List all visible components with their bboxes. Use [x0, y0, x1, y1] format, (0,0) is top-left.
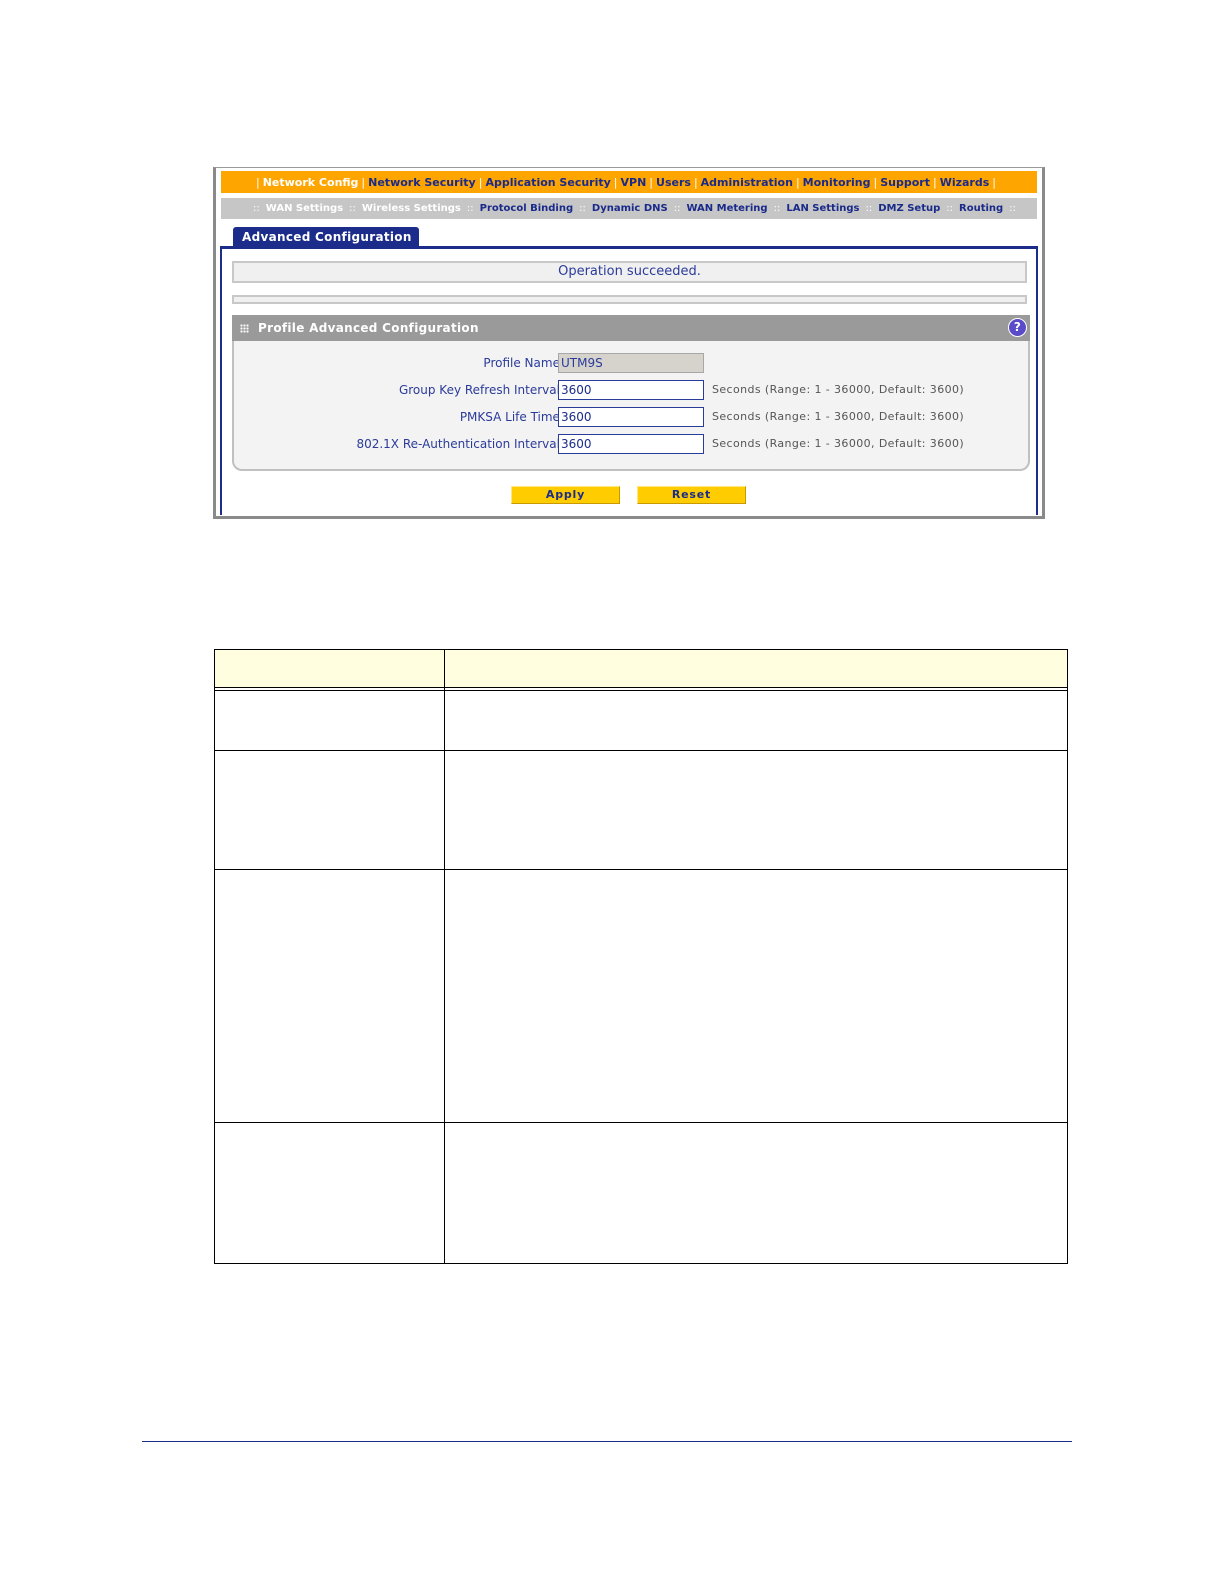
- nav-separator: ::: [579, 203, 586, 214]
- row-group-key-refresh: Group Key Refresh Interval: 3600 Seconds…: [232, 380, 1030, 400]
- pmksa-life-time-input[interactable]: 3600: [558, 407, 704, 427]
- nav-separator: |: [361, 175, 366, 189]
- nav-separator: ::: [773, 203, 781, 214]
- nav-separator: ::: [349, 203, 356, 214]
- profile-name-label: Profile Name:: [483, 356, 564, 370]
- primary-nav-item-wizards[interactable]: Wizards: [940, 176, 990, 189]
- table-row-divider: [215, 869, 1067, 870]
- row-reauth-interval: 802.1X Re-Authentication Interval: 3600 …: [232, 434, 1030, 454]
- secondary-nav-item-wan-metering[interactable]: WAN Metering: [686, 203, 767, 214]
- nav-separator: |: [649, 175, 654, 189]
- apply-button[interactable]: Apply: [511, 486, 620, 504]
- primary-nav-item-network-security[interactable]: Network Security: [368, 176, 476, 189]
- primary-nav-item-network-config[interactable]: Network Config: [263, 176, 359, 189]
- pmksa-life-time-label: PMKSA Life Time:: [459, 410, 564, 424]
- group-key-refresh-hint: Seconds (Range: 1 - 36000, Default: 3600…: [712, 383, 965, 396]
- nav-separator: |: [613, 175, 618, 189]
- nav-separator: |: [932, 175, 937, 189]
- group-key-refresh-label: Group Key Refresh Interval:: [398, 383, 564, 397]
- secondary-nav-item-dynamic-dns[interactable]: Dynamic DNS: [592, 203, 668, 214]
- section-header: Profile Advanced Configuration ?: [232, 315, 1030, 341]
- group-key-refresh-input[interactable]: 3600: [558, 380, 704, 400]
- nav-separator: ::: [865, 203, 873, 214]
- secondary-nav-item-dmz-setup[interactable]: DMZ Setup: [878, 203, 940, 214]
- tab-advanced-configuration[interactable]: Advanced Configuration: [233, 227, 419, 247]
- pmksa-life-time-hint: Seconds (Range: 1 - 36000, Default: 3600…: [712, 410, 965, 423]
- table-header-rule: [215, 690, 1067, 691]
- primary-nav-item-monitoring[interactable]: Monitoring: [803, 176, 871, 189]
- reauth-interval-hint: Seconds (Range: 1 - 36000, Default: 3600…: [712, 437, 965, 450]
- primary-nav-item-support[interactable]: Support: [880, 176, 930, 189]
- primary-nav: | Network Config | Network Security | Applica…: [221, 171, 1037, 193]
- section-title: Profile Advanced Configuration: [258, 321, 479, 335]
- help-icon[interactable]: ?: [1008, 318, 1027, 337]
- nav-separator: ::: [1009, 203, 1016, 214]
- status-message: Operation succeeded.: [232, 261, 1027, 283]
- nav-separator: |: [992, 175, 996, 189]
- primary-nav-item-administration[interactable]: Administration: [701, 176, 793, 189]
- nav-separator: |: [478, 175, 483, 189]
- secondary-nav-item-wan-settings[interactable]: WAN Settings: [266, 203, 343, 214]
- reset-button[interactable]: Reset: [637, 486, 746, 504]
- nav-separator: |: [873, 175, 878, 189]
- table-row-divider: [215, 750, 1067, 751]
- nav-separator: |: [256, 175, 260, 189]
- nav-separator: |: [795, 175, 800, 189]
- reauth-interval-label: 802.1X Re-Authentication Interval:: [356, 437, 564, 451]
- description-table: [214, 649, 1068, 1264]
- nav-separator: ::: [253, 203, 260, 214]
- profile-name-field: UTM9S: [558, 353, 704, 373]
- primary-nav-item-application-security[interactable]: Application Security: [485, 176, 610, 189]
- nav-separator: ::: [946, 203, 954, 214]
- nav-separator: ::: [673, 203, 681, 214]
- table-column-divider: [444, 650, 445, 1263]
- secondary-nav: :: WAN Settings:: Wireless Settings:: Proto…: [221, 198, 1037, 219]
- nav-separator: ::: [466, 203, 474, 214]
- table-row-divider: [215, 1122, 1067, 1123]
- table-header-row: [215, 650, 1067, 688]
- secondary-nav-item-lan-settings[interactable]: LAN Settings: [786, 203, 859, 214]
- screenshot-frame: | Network Config | Network Security | Applica…: [213, 167, 1045, 519]
- nav-separator: |: [693, 175, 698, 189]
- row-pmksa-life-time: PMKSA Life Time: 3600 Seconds (Range: 1 …: [232, 407, 1030, 427]
- row-profile-name: Profile Name: UTM9S: [232, 353, 1030, 373]
- reauth-interval-input[interactable]: 3600: [558, 434, 704, 454]
- primary-nav-item-users[interactable]: Users: [656, 176, 691, 189]
- secondary-nav-item-routing[interactable]: Routing: [959, 203, 1003, 214]
- empty-message-bar: [232, 295, 1027, 304]
- footer-rule: [142, 1441, 1072, 1442]
- primary-nav-item-vpn[interactable]: VPN: [621, 176, 647, 189]
- secondary-nav-item-wireless-settings[interactable]: Wireless Settings: [362, 203, 461, 214]
- secondary-nav-item-protocol-binding[interactable]: Protocol Binding: [480, 203, 574, 214]
- grip-icon: [240, 323, 249, 333]
